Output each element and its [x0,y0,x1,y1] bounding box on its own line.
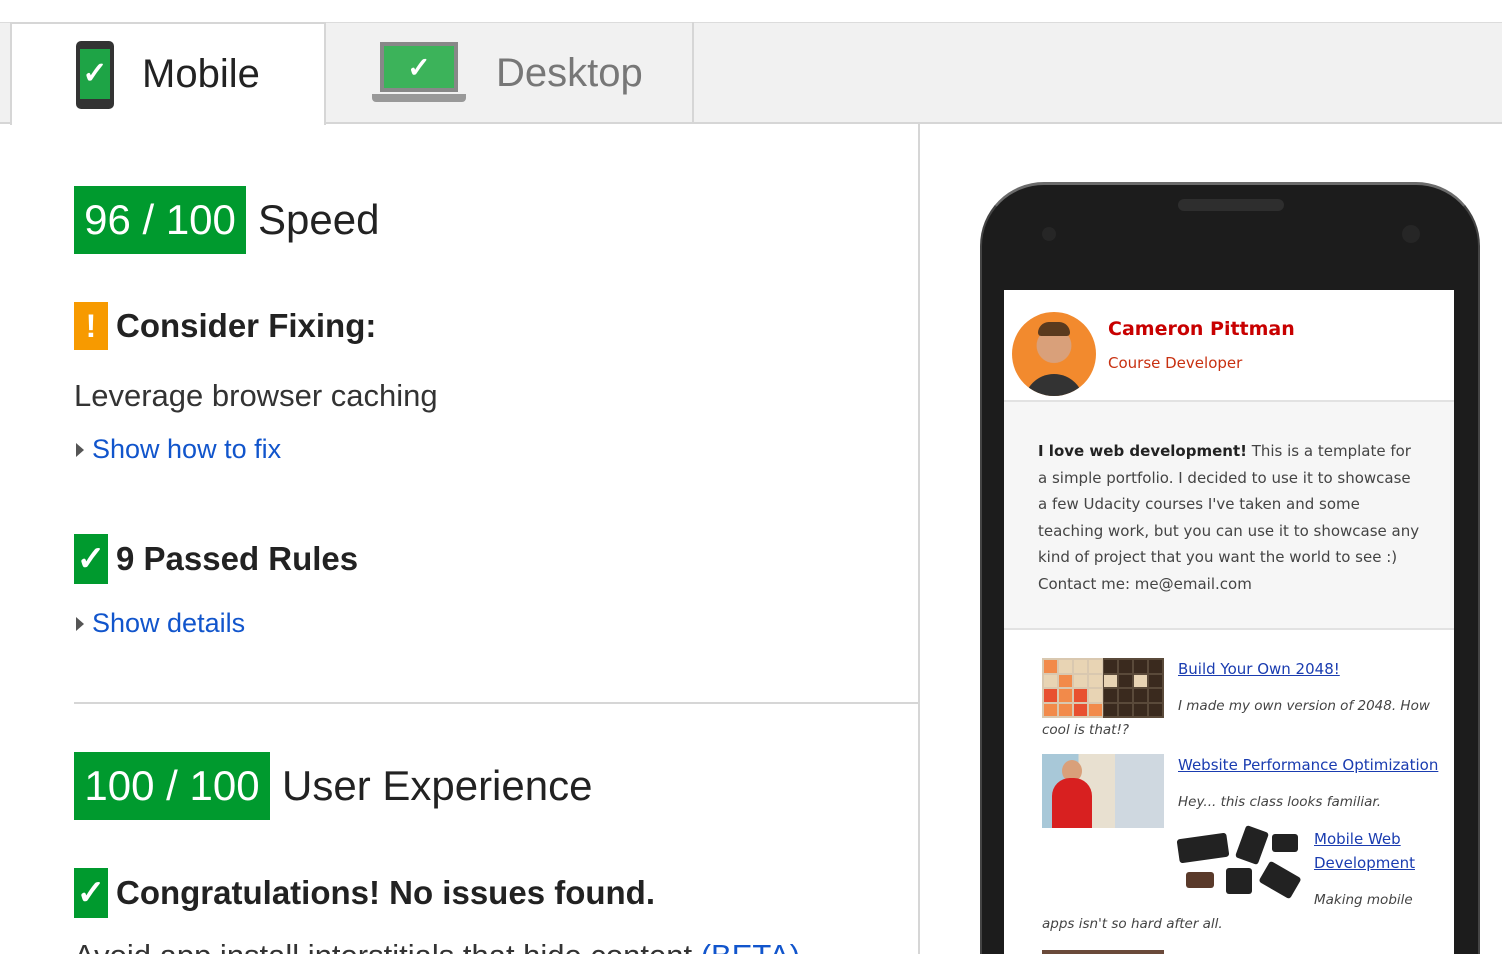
mobile-phone-check-icon: ✓ [76,40,114,109]
bio-line: a simple portfolio. I decided to use it … [1038,468,1411,487]
project-desc: apps isn't so hard after all. [1042,916,1223,932]
project-link-mobile-web-line2[interactable]: Development [1314,854,1415,872]
avatar [1012,312,1096,396]
phone-sensor [1042,227,1056,241]
passed-rules-heading: ✓ 9 Passed Rules [74,534,358,584]
bio-line: teaching work, but you can use it to sho… [1038,521,1420,540]
mobile-preview-screen: Cameron Pittman Course Developer I love … [1004,290,1454,954]
bio-bold: I love web development! [1038,442,1247,460]
rule-title: Leverage browser caching [74,378,438,413]
preview-role: Course Developer [1108,354,1243,372]
tab-mobile-label: Mobile [142,52,260,96]
phone-speaker [1178,199,1284,211]
consider-fixing-heading: ! Consider Fixing: [74,302,376,350]
project-thumbnail-2048 [1042,658,1164,718]
tab-desktop[interactable]: ✓ Desktop [326,22,694,124]
project-link-mobile-web[interactable]: Mobile Web [1314,830,1401,848]
passed-rules-label: 9 Passed Rules [116,540,359,577]
project-desc: Making mobile [1314,892,1413,908]
panel-divider [918,124,920,954]
checkmark-icon: ✓ [74,534,108,584]
section-divider [74,702,920,704]
checkmark-icon: ✓ [74,868,108,918]
show-how-to-fix-link[interactable]: Show how to fix [76,434,281,465]
warning-icon: ! [74,302,108,350]
ux-score-label: User Experience [282,762,593,809]
interstitial-rule-title: Avoid app install interstitials that hid… [74,938,800,954]
project-desc: Hey... this class looks familiar. [1178,794,1382,810]
preview-name: Cameron Pittman [1108,318,1295,340]
consider-fixing-label: Consider Fixing: [116,307,377,344]
show-details-link[interactable]: Show details [76,608,245,639]
project-link-2048[interactable]: Build Your Own 2048! [1178,660,1340,678]
project-link-wpo[interactable]: Website Performance Optimization [1178,756,1438,774]
preview-header: Cameron Pittman Course Developer [1004,290,1454,402]
bio-line: a few Udacity courses I've taken and som… [1038,495,1360,513]
interstitial-rule-text: Avoid app install interstitials that hid… [74,938,692,954]
project-thumbnail-wpo [1042,754,1164,828]
speed-score: 96 / 100 Speed [74,186,379,254]
congrats-label: Congratulations! No issues found. [116,874,656,911]
beta-link[interactable]: (BETA) [701,938,800,954]
show-details-label: Show details [92,608,246,638]
speed-score-badge: 96 / 100 [74,186,246,254]
ux-score: 100 / 100 User Experience [74,752,592,820]
bio-contact: Contact me: me@email.com [1038,574,1252,593]
congrats-heading: ✓ Congratulations! No issues found. [74,868,655,918]
project-thumbnail-next [1042,950,1164,954]
phone-camera [1402,225,1420,243]
laptop-check-icon: ✓ [372,42,466,104]
show-how-to-fix-label: Show how to fix [92,434,282,464]
project-thumbnail-mobile-web [1176,824,1302,900]
expand-triangle-icon [76,442,84,457]
project-desc: cool is that!? [1042,722,1130,738]
bio-line: This is a template for [1246,442,1411,460]
expand-triangle-icon [76,616,84,631]
preview-bio: I love web development! This is a templa… [1004,402,1454,630]
ux-score-badge: 100 / 100 [74,752,270,820]
project-desc: I made my own version of 2048. How [1178,698,1430,714]
tab-mobile[interactable]: ✓ Mobile [10,22,326,125]
bio-line: kind of project that you want the world … [1038,548,1398,566]
tab-desktop-label: Desktop [496,50,643,95]
speed-score-label: Speed [258,196,380,243]
device-tabbar: ✓ Mobile ✓ Desktop [0,0,1502,125]
